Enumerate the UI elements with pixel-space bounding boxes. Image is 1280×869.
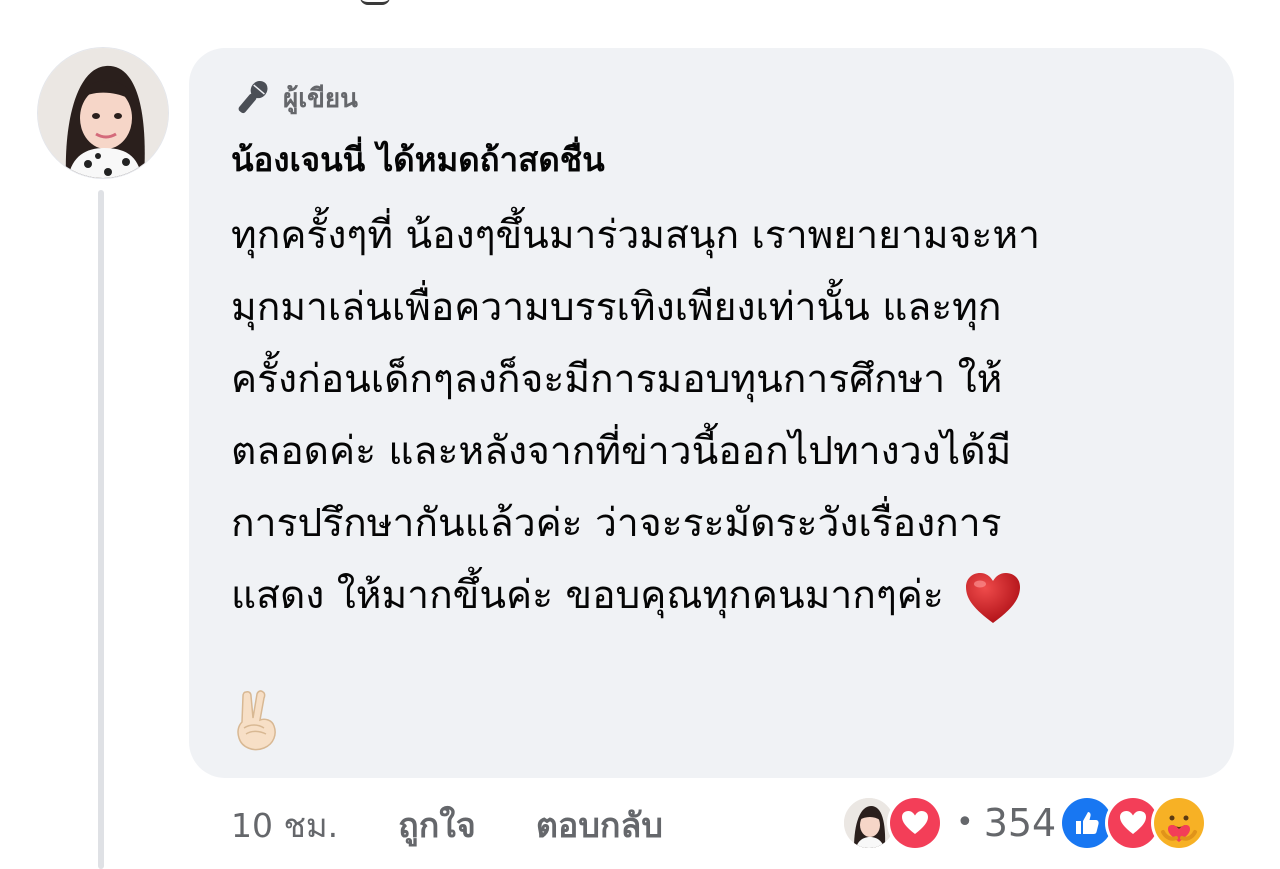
reaction-count[interactable]: 354 bbox=[984, 801, 1057, 845]
microphone-icon bbox=[238, 80, 268, 114]
previous-text-fragment bbox=[360, 0, 390, 5]
comment-timestamp[interactable]: 10 ชม. bbox=[231, 799, 338, 852]
author-name[interactable]: น้องเจนนี่ ได้หมดถ้าสดชื่น bbox=[231, 136, 605, 184]
comment-text-line: แสดง ให้มากขึ้นค่ะ ขอบคุณทุกคนมากๆค่ะ bbox=[231, 573, 944, 618]
comment-actions: 10 ชม. ถูกใจ ตอบกลับ bbox=[231, 790, 723, 860]
heart-emoji-icon bbox=[966, 572, 1021, 623]
author-badge: ผู้เขียน bbox=[231, 76, 358, 120]
like-button[interactable]: ถูกใจ bbox=[398, 798, 476, 852]
love-reaction-icon bbox=[890, 797, 940, 848]
victory-hand-emoji-icon bbox=[237, 690, 276, 751]
like-reaction-icon bbox=[1062, 797, 1113, 848]
comment-screen: ผู้เขียน น้องเจนนี่ ได้หมดถ้าสดชื่น ทุกค… bbox=[0, 0, 1280, 869]
comment-text-line-last: แสดง ให้มากขึ้นค่ะ ขอบคุณทุกคนมากๆค่ะ bbox=[231, 560, 1221, 632]
reactions-bar[interactable]: • 354 bbox=[844, 795, 1205, 850]
comment-text-line: ครั้งก่อนเด็กๆลงก็จะมีการมอบทุนการศึกษา … bbox=[231, 357, 1003, 402]
reply-button[interactable]: ตอบกลับ bbox=[536, 798, 663, 852]
care-reaction-icon bbox=[1154, 797, 1205, 848]
reactor-avatar[interactable] bbox=[844, 797, 894, 848]
comment-text-line: ตลอดค่ะ และหลังจากที่ข่าวนี้ออกไปทางวงได… bbox=[231, 429, 1012, 474]
comment-text-line: การปรึกษากันแล้วค่ะ ว่าจะระมัดระวังเรื่อ… bbox=[231, 501, 1002, 546]
reaction-separator: • bbox=[956, 805, 974, 840]
comment-text: ทุกครั้งๆที่ น้องๆขึ้นมาร่วมสนุก เราพยาย… bbox=[231, 200, 1221, 632]
love-reaction-icon bbox=[1108, 797, 1159, 848]
author-avatar[interactable] bbox=[38, 48, 168, 178]
comment-text-line: ทุกครั้งๆที่ น้องๆขึ้นมาร่วมสนุก เราพยาย… bbox=[231, 213, 1040, 258]
author-badge-label: ผู้เขียน bbox=[283, 83, 358, 114]
author-photo bbox=[38, 48, 168, 178]
reactor-photo bbox=[844, 797, 894, 848]
comment-text-line: มุกมาเล่นเพื่อความบรรเทิงเพียงเท่านั้น แ… bbox=[231, 285, 1002, 330]
thread-connector-line bbox=[98, 190, 104, 869]
